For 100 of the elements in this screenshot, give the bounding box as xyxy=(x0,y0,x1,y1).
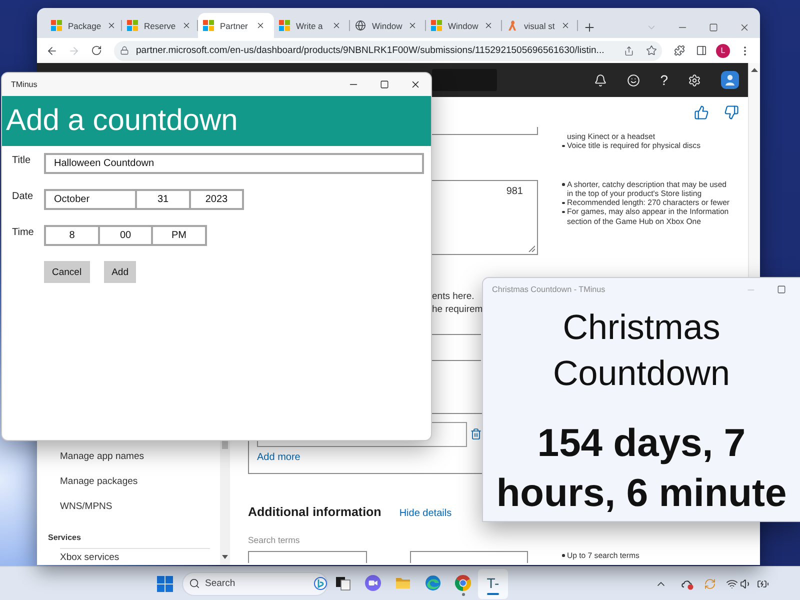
close-icon[interactable] xyxy=(410,79,421,90)
maximize-icon[interactable] xyxy=(380,80,389,89)
window-title: Christmas Countdown - TMinus xyxy=(492,285,606,294)
bullet-icon xyxy=(562,202,564,204)
tiles-icon xyxy=(127,20,138,31)
back-icon[interactable] xyxy=(46,44,58,56)
star-icon[interactable] xyxy=(646,45,656,56)
search-icon xyxy=(189,578,200,589)
sidebar-section-heading: Services xyxy=(47,532,82,544)
add-button[interactable]: Add xyxy=(104,261,136,283)
close-icon[interactable] xyxy=(484,21,494,30)
page-title: Add a countdown xyxy=(6,104,238,138)
figure-icon xyxy=(507,20,518,31)
sidebar-item[interactable]: Manage packages xyxy=(37,469,220,494)
body-text: ents here. xyxy=(432,290,474,303)
search-input[interactable]: Search xyxy=(205,578,305,589)
browser-icon xyxy=(455,574,471,590)
browser-tab[interactable]: Package xyxy=(46,13,122,38)
browser-tab[interactable]: Window xyxy=(350,13,426,38)
bullet-icon xyxy=(562,554,564,557)
close-icon[interactable] xyxy=(560,21,570,30)
countdown-remaining: 154 days, 7 hours, 6 minute xyxy=(495,421,788,517)
puzzle-icon[interactable] xyxy=(674,45,684,56)
side-panel-icon[interactable] xyxy=(696,45,706,56)
lock-icon xyxy=(120,46,129,55)
bullet-icon xyxy=(562,210,564,214)
trash-icon[interactable] xyxy=(470,428,482,440)
wifi-icon[interactable] xyxy=(726,578,738,590)
profile-avatar[interactable]: L xyxy=(716,44,730,58)
title-input[interactable]: Halloween Countdown xyxy=(44,153,424,174)
text-field[interactable] xyxy=(432,127,538,135)
scrollbar[interactable] xyxy=(748,63,760,277)
browser-tab[interactable]: Reserve xyxy=(122,13,198,38)
settings-icon[interactable] xyxy=(688,74,701,86)
resize-grip-icon[interactable] xyxy=(528,244,535,252)
field-label: Time xyxy=(11,226,35,238)
reload-icon[interactable] xyxy=(90,45,102,56)
time-picker-segment[interactable]: 8 xyxy=(44,225,100,246)
maximize-icon[interactable] xyxy=(777,285,786,294)
start-icon[interactable] xyxy=(157,576,173,592)
url-text: partner.microsoft.com/en-us/dashboard/products/9NBNLRK1F00W/submissions/1152921505696561630/listin... xyxy=(136,45,606,56)
close-icon[interactable] xyxy=(107,21,116,30)
bullet-icon xyxy=(562,183,564,186)
time-picker-segment[interactable]: PM xyxy=(151,225,207,246)
thumbs-up-icon[interactable] xyxy=(694,104,709,120)
speaker-icon[interactable] xyxy=(740,578,752,590)
body-text: he requirem xyxy=(432,302,483,316)
sidebar-item[interactable]: WNS/MPNS xyxy=(37,494,220,519)
logo-icon[interactable] xyxy=(314,577,327,590)
tiles-icon xyxy=(431,20,442,31)
countdown-title: Christmas Countdown xyxy=(552,307,732,395)
date-picker-segment[interactable]: October xyxy=(44,189,137,210)
close-icon[interactable] xyxy=(408,21,418,30)
avatar-icon[interactable] xyxy=(721,71,739,89)
close-icon[interactable] xyxy=(182,21,191,30)
caret-up-icon[interactable] xyxy=(751,68,758,72)
tiles-icon xyxy=(203,20,214,31)
sidebar-item[interactable]: Manage app names xyxy=(37,444,220,469)
close-icon[interactable] xyxy=(256,21,265,30)
tiles-icon xyxy=(279,20,290,31)
browser-tab[interactable]: visual st xyxy=(502,13,578,38)
window-title: TMinus xyxy=(11,80,38,89)
browser-icon xyxy=(425,574,441,590)
browser-tab[interactable]: Window xyxy=(426,13,502,38)
date-picker-segment[interactable]: 2023 xyxy=(189,189,244,210)
video-chat-icon xyxy=(365,574,381,590)
field-label: Title xyxy=(11,154,32,166)
cancel-button[interactable]: Cancel xyxy=(44,261,90,283)
taskbar-button[interactable]: T- xyxy=(478,568,508,598)
globe-icon xyxy=(355,20,366,31)
input-field[interactable] xyxy=(410,550,528,563)
share-icon[interactable] xyxy=(624,46,634,56)
hide-details-link[interactable]: Hide details xyxy=(399,508,452,519)
browser-tab[interactable]: Write a xyxy=(274,13,350,38)
address-bar[interactable]: partner.microsoft.com/en-us/dashboard/products/9NBNLRK1F00W/submissions/1152921505696561630/listin... xyxy=(114,40,662,60)
add-more-link[interactable]: Add more xyxy=(257,452,300,463)
date-picker-segment[interactable]: 31 xyxy=(135,189,191,210)
time-picker-segment[interactable]: 00 xyxy=(98,225,153,246)
bullet-icon xyxy=(562,144,564,148)
field-label: Date xyxy=(11,190,34,202)
browser-tab[interactable]: Partner xyxy=(198,13,274,38)
help-button[interactable]: ? xyxy=(660,72,668,88)
overlapping-squares-icon xyxy=(335,574,351,590)
sidebar-item[interactable]: Xbox services xyxy=(37,549,220,565)
bell-icon[interactable] xyxy=(594,74,608,86)
caret-down-icon[interactable] xyxy=(222,555,228,559)
battery-icon[interactable] xyxy=(757,578,769,590)
new-tab-icon[interactable] xyxy=(582,20,596,34)
search-bar[interactable]: Search xyxy=(182,572,328,596)
character-count: 981 xyxy=(506,186,523,197)
tiles-icon xyxy=(51,20,62,31)
search-field[interactable] xyxy=(432,69,497,91)
section-heading: Additional information xyxy=(248,504,382,519)
input-field[interactable] xyxy=(248,550,367,563)
scrollbar[interactable] xyxy=(220,441,230,565)
cloud-icon[interactable] xyxy=(681,578,694,590)
scrollbar-thumb[interactable] xyxy=(222,441,228,449)
thumbs-down-icon[interactable] xyxy=(724,104,739,120)
close-icon[interactable] xyxy=(332,21,341,30)
smiley-icon[interactable] xyxy=(627,74,640,86)
